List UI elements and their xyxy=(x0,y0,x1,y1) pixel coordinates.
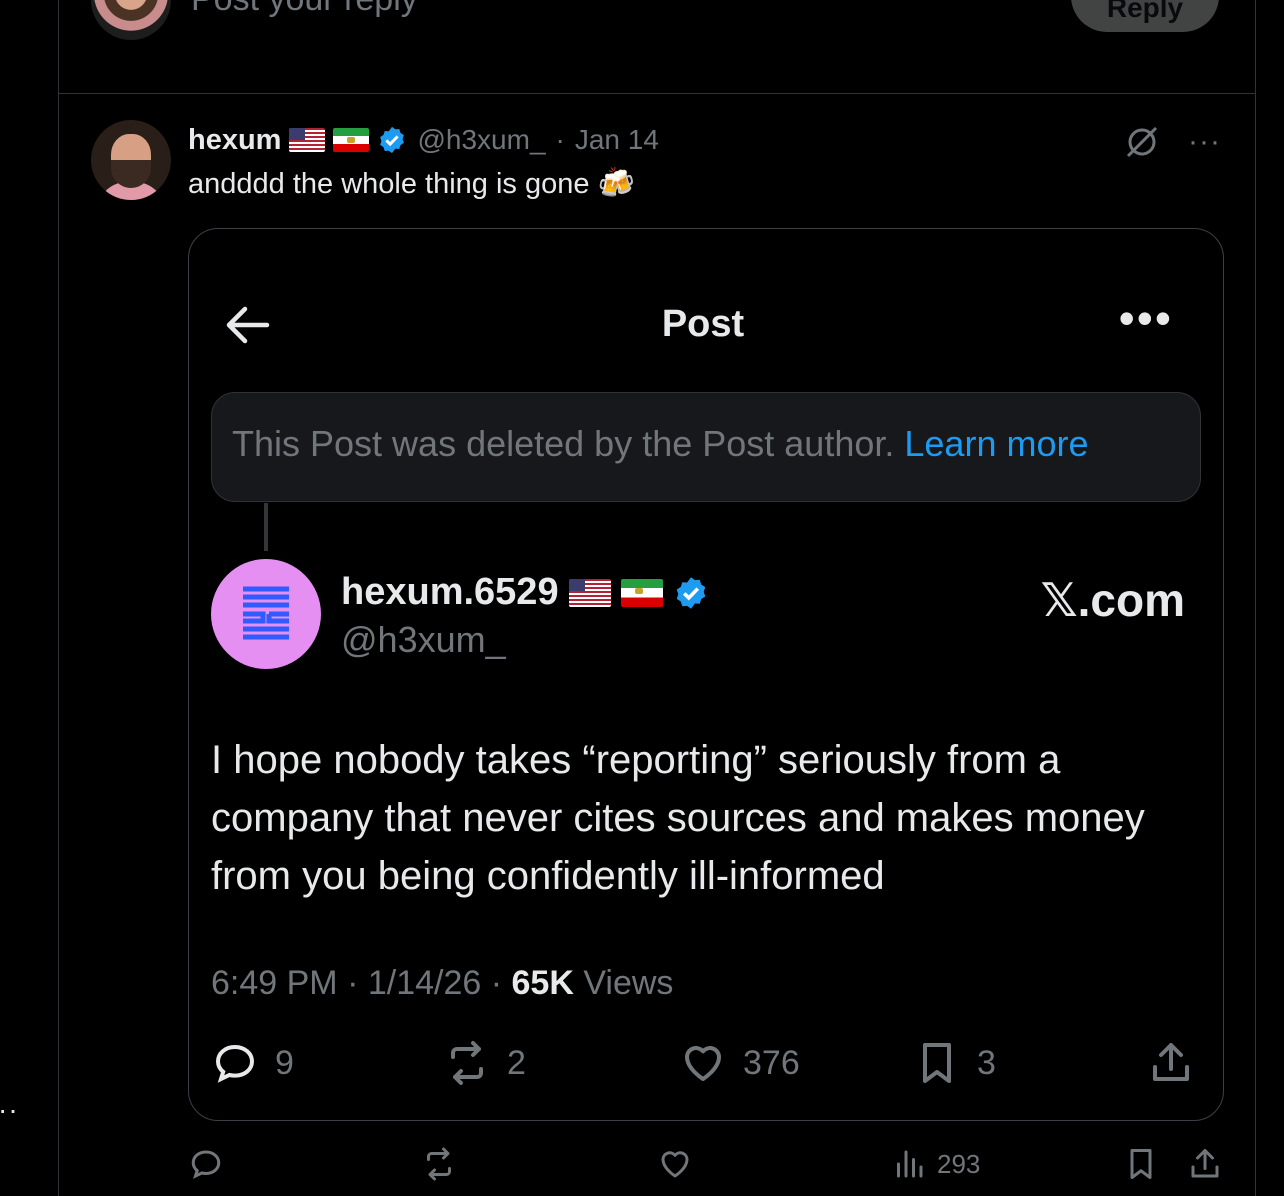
quoted-views-label: Views xyxy=(583,964,674,1002)
quoted-date: 1/14/26 xyxy=(367,964,482,1002)
reply-composer: Post your reply Reply xyxy=(59,0,1255,94)
verified-badge-icon xyxy=(676,576,705,609)
reply-action[interactable] xyxy=(188,1146,224,1182)
beer-icon: 🍻 xyxy=(597,167,635,200)
author-handle[interactable]: @h3xum_ xyxy=(417,124,545,156)
quoted-likes: 376 xyxy=(679,1039,800,1087)
repost-icon xyxy=(427,1147,451,1181)
timeline-column: Post your reply Reply hexum @h3xum_ · Ja… xyxy=(58,0,1256,1196)
author-name[interactable]: hexum xyxy=(188,124,281,157)
views-icon xyxy=(897,1150,923,1178)
card-more-icon: ••• xyxy=(1118,292,1173,344)
reply-button[interactable]: Reply xyxy=(1071,0,1219,32)
iran-flag-icon xyxy=(333,128,370,152)
share-action[interactable] xyxy=(1187,1146,1223,1182)
tweet-actions: 293 xyxy=(59,1146,1255,1186)
learn-more-link: Learn more xyxy=(904,423,1089,464)
thread-line xyxy=(264,503,268,551)
tweet-header-actions: ··· xyxy=(1122,122,1221,162)
iran-flag-icon xyxy=(620,578,663,607)
quoted-name-row: hexum.6529 xyxy=(341,571,709,614)
quoted-logo-icon xyxy=(243,586,289,640)
header-separator: · xyxy=(555,124,565,155)
quoted-text: I hope nobody takes “reporting” seriousl… xyxy=(211,738,1145,898)
bookmark-icon xyxy=(923,1043,951,1083)
more-options-icon[interactable]: ··· xyxy=(1188,127,1221,157)
reply-icon xyxy=(215,1044,255,1083)
views-action[interactable]: 293 xyxy=(891,1146,980,1182)
views-count: 293 xyxy=(937,1148,981,1179)
verified-badge-icon xyxy=(380,126,405,154)
screenshot-card[interactable]: Post ••• This Post was deleted by the Po… xyxy=(188,228,1224,1121)
deleted-notice: This Post was deleted by the Post author… xyxy=(211,392,1201,502)
quoted-replies: 9 xyxy=(211,1039,294,1087)
repost-icon xyxy=(451,1041,483,1085)
tweet-body: andddd the whole thing is gone xyxy=(188,168,590,200)
reply-icon xyxy=(191,1150,221,1179)
share-icon xyxy=(1191,1149,1219,1178)
quoted-handle: @h3xum_ xyxy=(341,619,506,660)
quoted-bookmarks: 3 xyxy=(913,1039,996,1087)
like-action[interactable] xyxy=(657,1146,693,1182)
post-date[interactable]: Jan 14 xyxy=(575,124,659,156)
heart-icon xyxy=(661,1151,689,1178)
quoted-time: 6:49 PM xyxy=(211,964,338,1002)
quoted-reposts: 2 xyxy=(443,1039,526,1087)
us-flag-icon xyxy=(289,128,326,152)
card-nav: Post ••• xyxy=(189,292,1223,353)
repost-action[interactable] xyxy=(421,1146,457,1182)
edge-overflow-dots: ·· xyxy=(0,1094,19,1125)
quoted-meta: 6:49 PM · 1/14/26 · 65K Views xyxy=(211,964,674,1002)
x-com-watermark: 𝕏.com xyxy=(1040,574,1185,626)
bookmark-icon xyxy=(1130,1149,1152,1179)
bookmark-action[interactable] xyxy=(1123,1146,1159,1182)
quoted-actions: 9 2 376 3 xyxy=(189,1039,1223,1095)
author-avatar[interactable] xyxy=(91,120,171,200)
deleted-message: This Post was deleted by the Post author… xyxy=(232,423,905,464)
quoted-views-count: 65K xyxy=(511,964,574,1002)
grok-icon[interactable] xyxy=(1122,122,1162,162)
heart-icon xyxy=(685,1046,721,1081)
tweet-header: hexum @h3xum_ · Jan 14 xyxy=(188,122,659,158)
quoted-name: hexum.6529 xyxy=(341,571,559,613)
card-title: Post xyxy=(661,303,745,345)
reply-input[interactable]: Post your reply xyxy=(191,0,418,19)
composer-avatar xyxy=(91,0,171,40)
us-flag-icon xyxy=(568,578,611,607)
share-icon xyxy=(1153,1043,1189,1081)
tweet-text: andddd the whole thing is gone 🍻 xyxy=(188,166,635,201)
quoted-share xyxy=(1147,1039,1195,1087)
quoted-avatar xyxy=(211,559,321,669)
